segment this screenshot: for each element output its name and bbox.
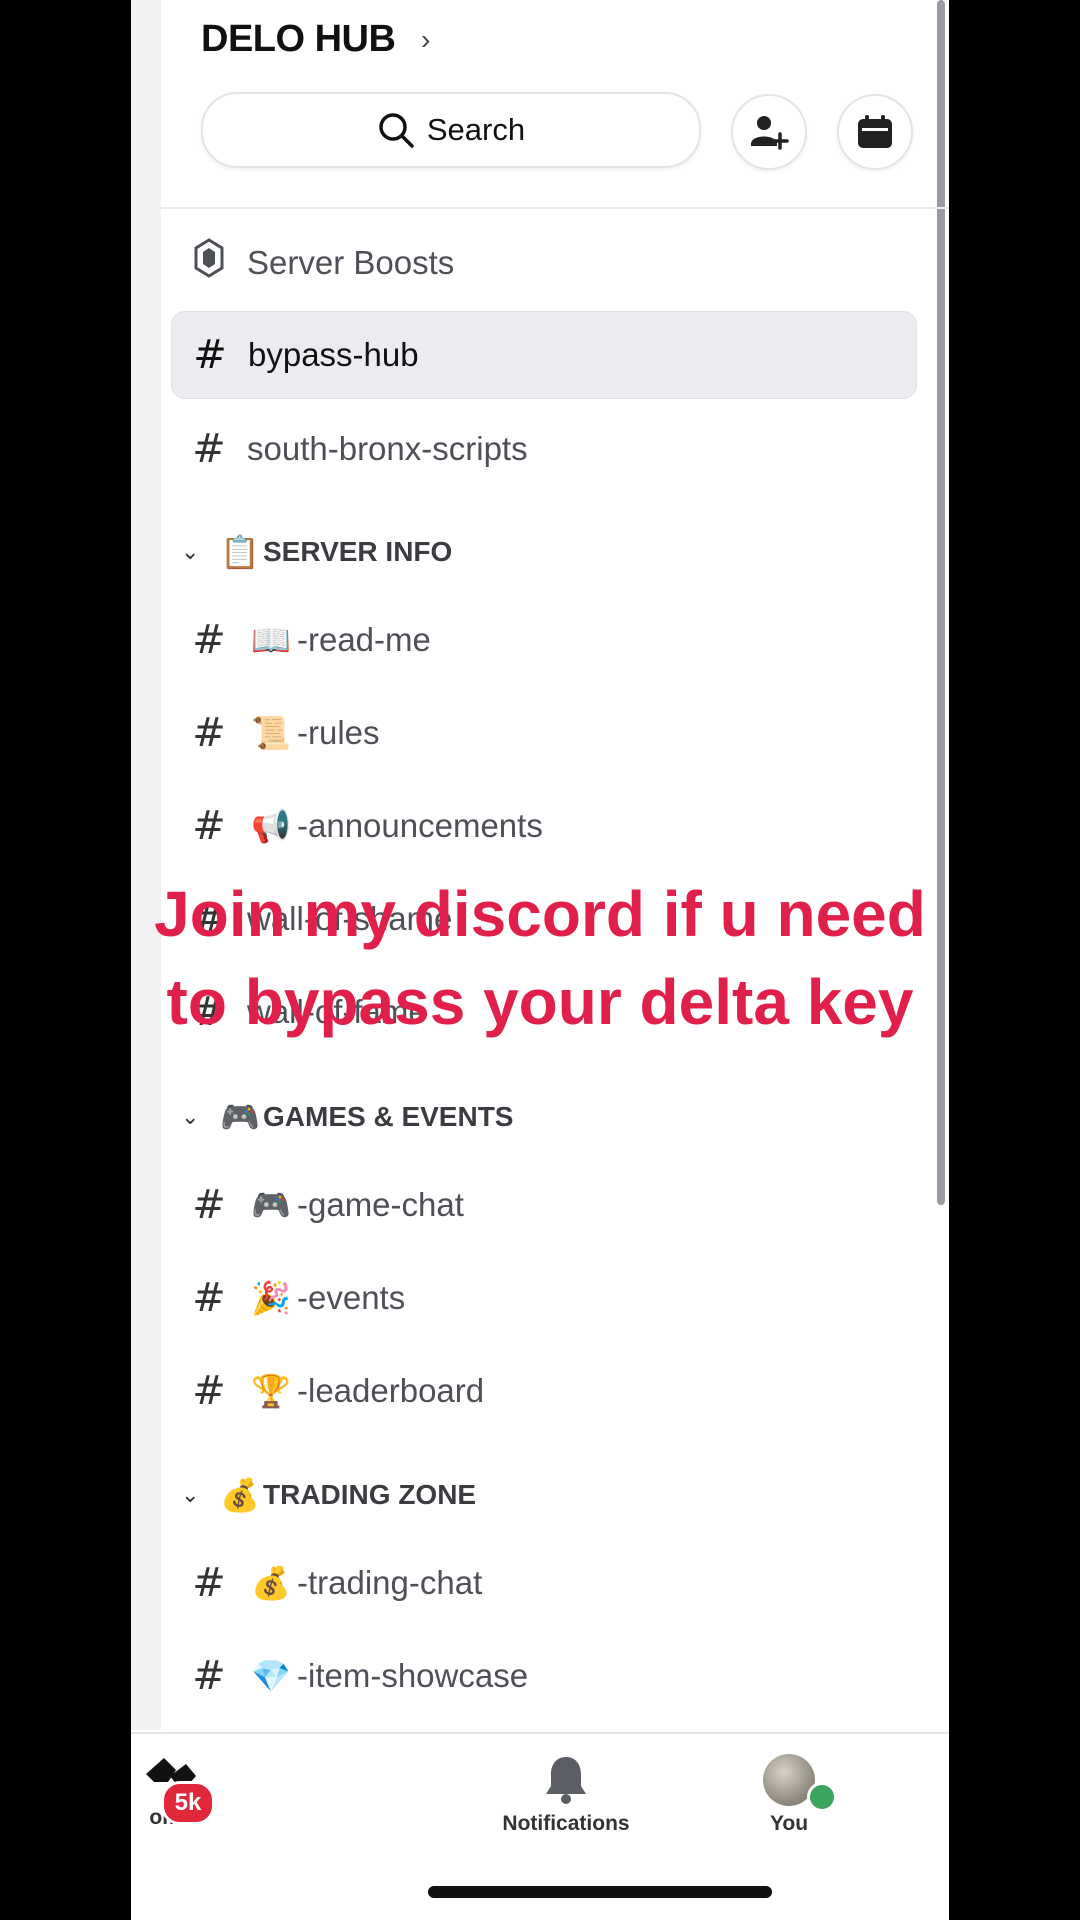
- add-member-icon: [751, 116, 789, 150]
- money-bag-emoji: 💰: [220, 1477, 260, 1513]
- channel-name: -leaderboard: [297, 1372, 485, 1409]
- channel-events[interactable]: # 🎉 -events: [171, 1255, 915, 1341]
- channel-bypass-hub[interactable]: # bypass-hub: [171, 311, 917, 399]
- channel-south-bronx-scripts[interactable]: # south-bronx-scripts: [171, 406, 915, 492]
- server-rail-edge: [131, 0, 161, 1730]
- hash-icon: #: [192, 1653, 226, 1699]
- party-emoji: 🎉: [251, 1280, 291, 1316]
- channel-name: -item-showcase: [297, 1657, 529, 1694]
- search-label: Search: [426, 112, 526, 147]
- search-icon: [379, 113, 414, 148]
- hash-icon: #: [192, 803, 226, 849]
- channel-name: -game-chat: [297, 1186, 464, 1223]
- channel-name: south-bronx-scripts: [247, 430, 528, 467]
- hash-icon: #: [192, 710, 226, 756]
- add-member-button[interactable]: [731, 94, 807, 170]
- server-name[interactable]: DELO HUB: [201, 18, 396, 61]
- hash-icon: #: [192, 1182, 226, 1228]
- hash-icon: #: [192, 1560, 226, 1606]
- tab-label: You: [769, 1812, 809, 1835]
- tab-label: Notifications: [502, 1812, 630, 1835]
- channel-name: -read-me: [297, 621, 431, 658]
- channel-read-me[interactable]: # 📖 -read-me: [171, 597, 915, 683]
- header-divider: [161, 207, 949, 209]
- channel-trading-chat[interactable]: # 💰 -trading-chat: [171, 1540, 915, 1626]
- tab-you[interactable]: You: [739, 1754, 839, 1836]
- category-games-events[interactable]: ⌄ 🎮 GAMES & EVENTS: [171, 1092, 513, 1142]
- hash-icon: #: [192, 1275, 226, 1321]
- server-boosts-item[interactable]: Server Boosts: [171, 220, 915, 306]
- channel-wall-of-shame[interactable]: # wall-of-shame: [171, 876, 915, 962]
- calendar-icon: [858, 115, 892, 148]
- channel-rules[interactable]: # 📜 -rules: [171, 690, 915, 776]
- channel-list-screen: DELO HUB › Search Server Boosts # bypass…: [131, 0, 949, 1920]
- chevron-down-icon: ⌄: [181, 1482, 200, 1507]
- channel-announcements[interactable]: # 📢 -announcements: [171, 783, 915, 869]
- book-emoji: 📖: [251, 622, 291, 658]
- money-bag-emoji: 💰: [251, 1565, 291, 1601]
- chevron-down-icon: ⌄: [181, 539, 200, 564]
- channel-name: -announcements: [297, 807, 543, 844]
- megaphone-emoji: 📢: [251, 808, 291, 844]
- avatar: [763, 1754, 837, 1812]
- channel-wall-of-fame[interactable]: # wall-of-fame: [171, 969, 915, 1055]
- hash-icon: #: [192, 989, 226, 1035]
- hash-icon: #: [192, 896, 226, 942]
- category-trading-zone[interactable]: ⌄ 💰 TRADING ZONE: [171, 1470, 476, 1520]
- hash-icon: #: [192, 426, 226, 472]
- channel-name: -rules: [297, 714, 380, 751]
- channel-name: wall-of-fame: [247, 993, 427, 1030]
- category-label: GAMES & EVENTS: [263, 1101, 514, 1132]
- gem-emoji: 💎: [251, 1658, 291, 1694]
- hash-icon: #: [192, 617, 226, 663]
- category-label: SERVER INFO: [263, 536, 453, 567]
- chevron-down-icon: ⌄: [181, 1104, 200, 1129]
- home-indicator: [428, 1886, 772, 1898]
- channel-item-showcase[interactable]: # 💎 -item-showcase: [171, 1633, 915, 1719]
- bell-icon: [546, 1757, 586, 1804]
- trophy-emoji: 🏆: [251, 1373, 291, 1409]
- unread-badge: 5k: [161, 1781, 215, 1825]
- online-status-dot: [807, 1782, 837, 1812]
- scrollbar[interactable]: [937, 0, 945, 1205]
- scroll-emoji: 📜: [251, 715, 291, 751]
- channel-game-chat[interactable]: # 🎮 -game-chat: [171, 1162, 915, 1248]
- game-controller-emoji: 🎮: [251, 1187, 291, 1223]
- category-label: TRADING ZONE: [263, 1479, 477, 1510]
- channel-name: bypass-hub: [248, 336, 419, 373]
- channel-name: wall-of-shame: [247, 900, 453, 937]
- tab-bar-divider: [131, 1732, 949, 1734]
- category-server-info[interactable]: ⌄ 📋 SERVER INFO: [171, 527, 452, 577]
- game-controller-emoji: 🎮: [220, 1099, 260, 1135]
- channel-name: Server Boosts: [247, 244, 455, 281]
- search-button[interactable]: Search: [201, 92, 701, 168]
- chevron-right-icon[interactable]: ›: [421, 24, 430, 56]
- hash-icon: #: [193, 332, 227, 378]
- boost-icon: [171, 238, 247, 288]
- channel-name: -trading-chat: [297, 1564, 483, 1601]
- tab-notifications[interactable]: Notifications: [486, 1754, 646, 1836]
- clipboard-emoji: 📋: [220, 534, 260, 570]
- events-button[interactable]: [837, 94, 913, 170]
- hash-icon: #: [192, 1368, 226, 1414]
- channel-leaderboard[interactable]: # 🏆 -leaderboard: [171, 1348, 915, 1434]
- channel-name: -events: [297, 1279, 406, 1316]
